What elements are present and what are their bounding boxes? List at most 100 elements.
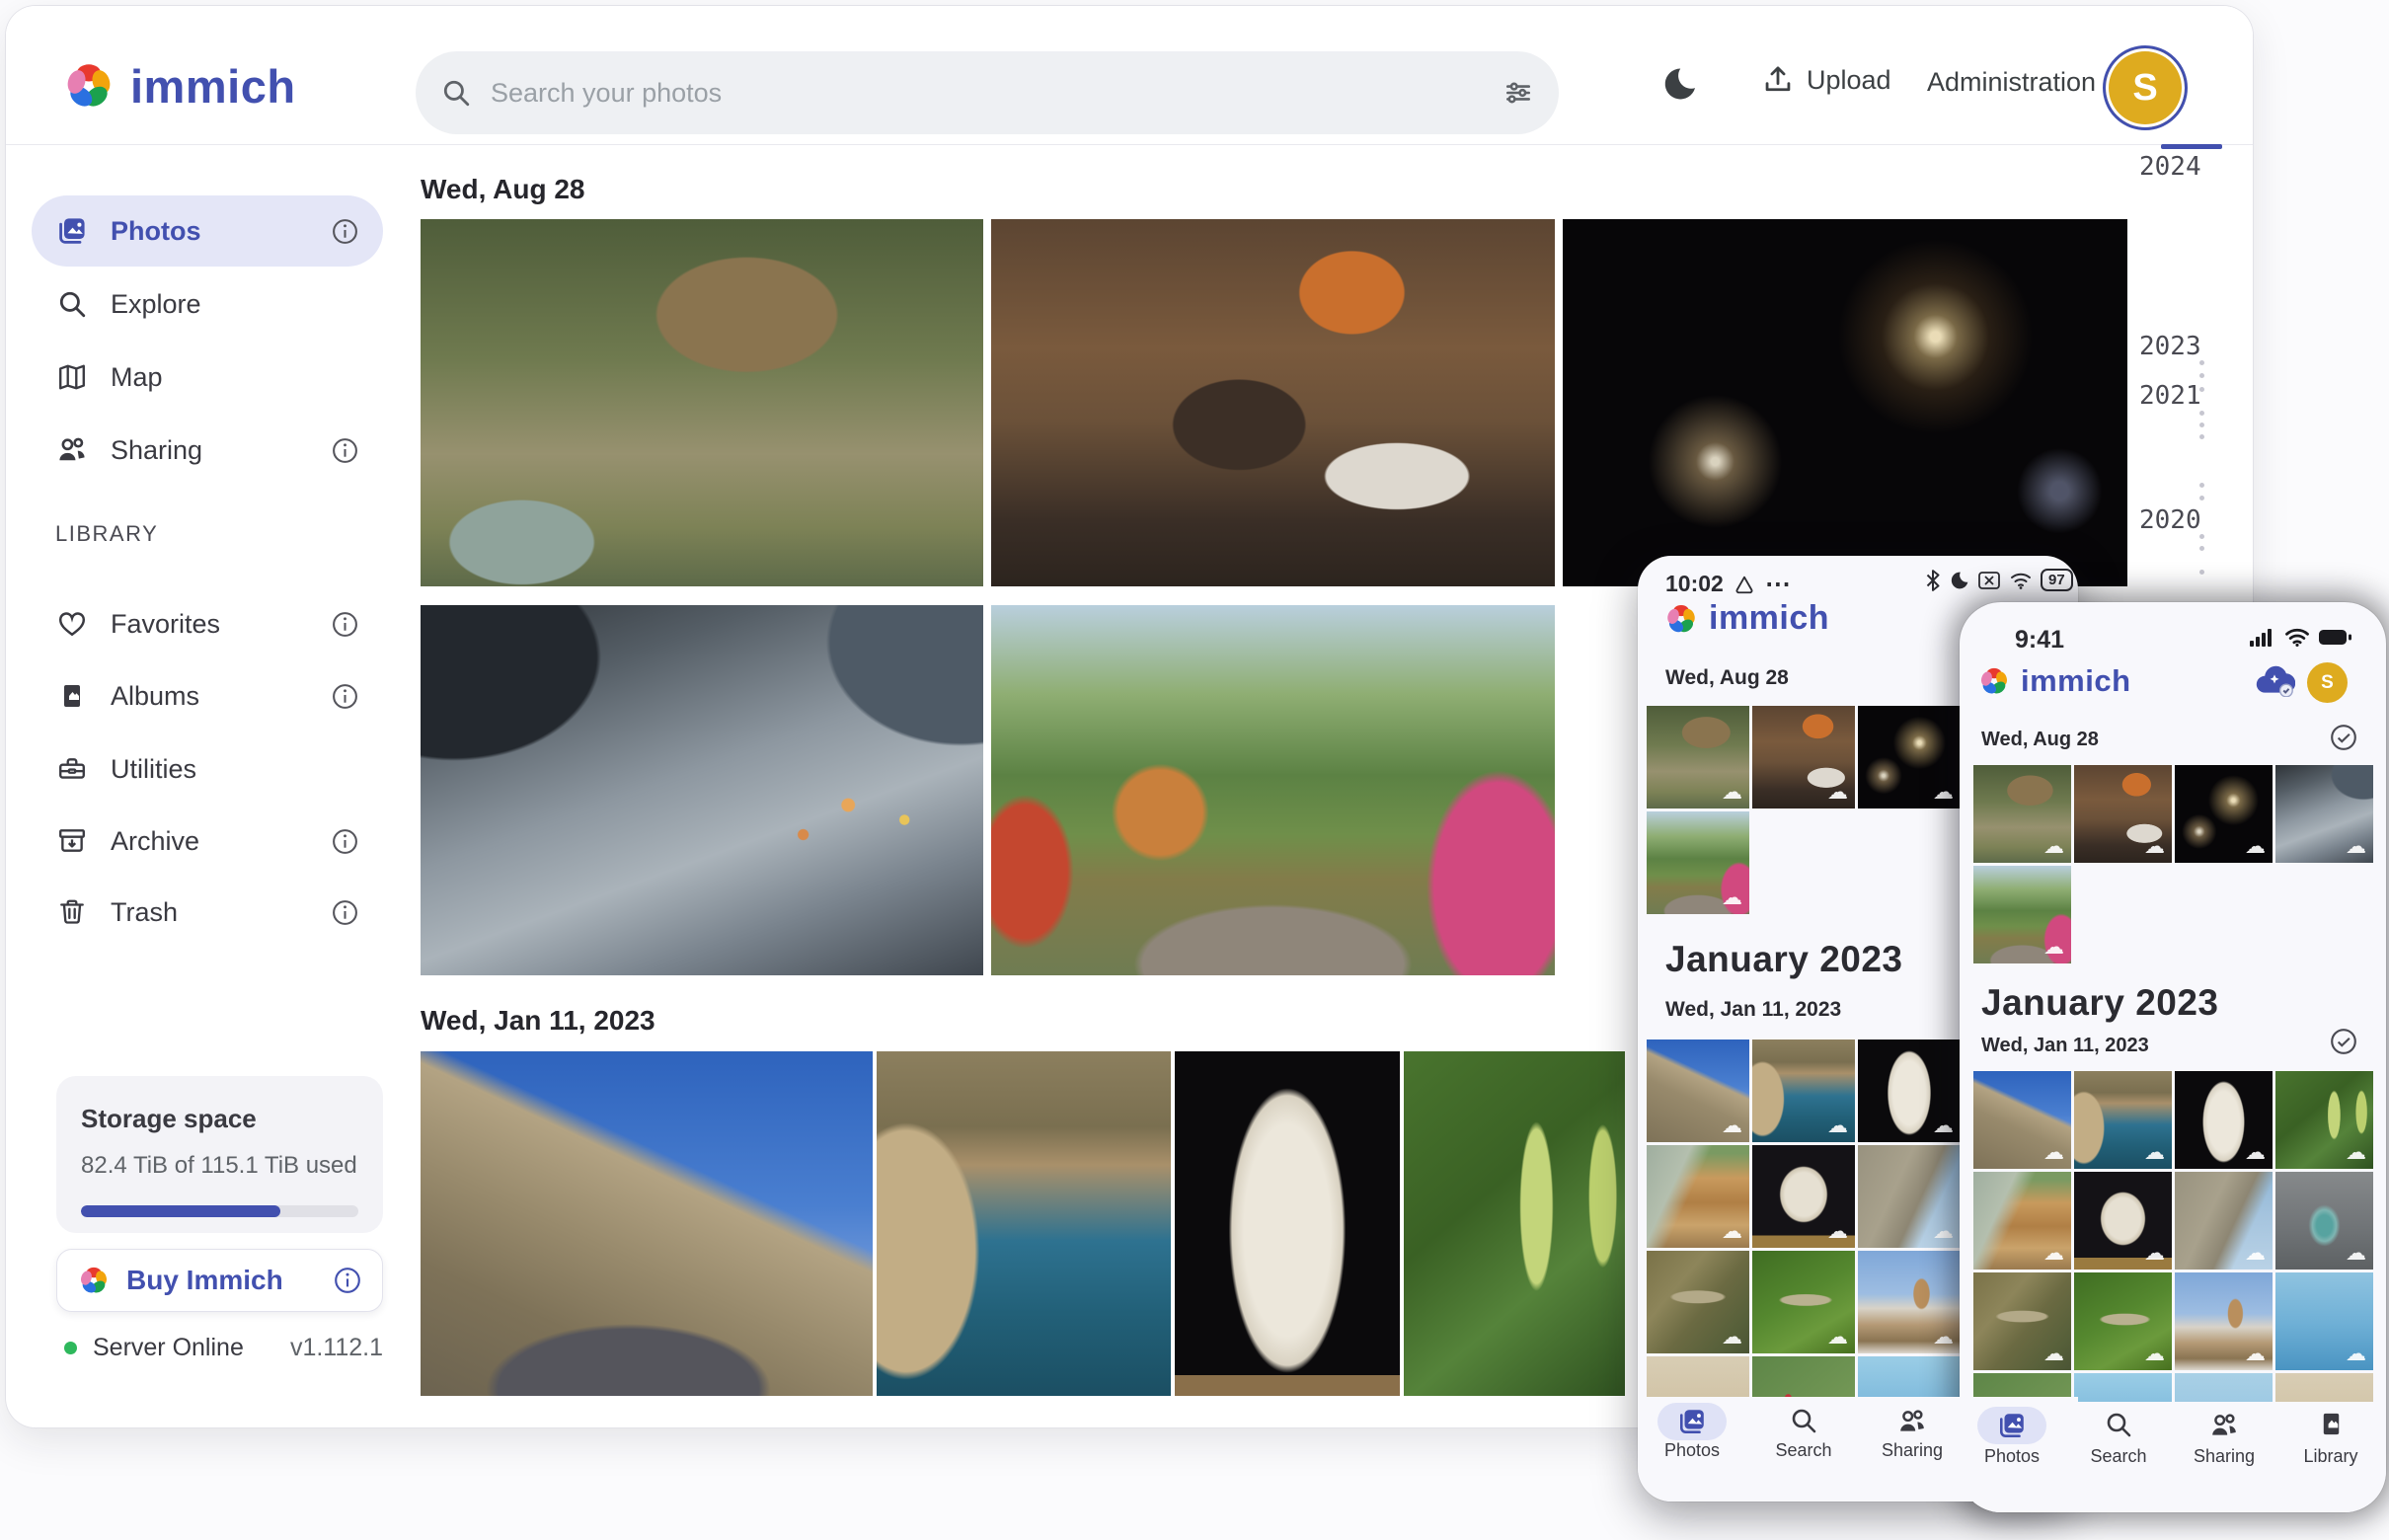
tab-photos[interactable]	[1643, 1407, 1741, 1436]
thumb-holding-hands[interactable]	[2275, 765, 2373, 863]
backup-cloud-button[interactable]	[2254, 663, 2295, 697]
thumb-fireworks[interactable]	[2175, 765, 2273, 863]
photo-fireworks[interactable]	[1563, 219, 2127, 586]
photos-icon	[1677, 1407, 1707, 1436]
photo-zoo-monkeys[interactable]	[421, 219, 983, 586]
immich-logo: immich	[1977, 663, 2131, 699]
sidebar-item-utilities[interactable]: Utilities	[32, 733, 383, 805]
moon-icon	[1660, 65, 1698, 103]
thumb-lizard-1[interactable]	[1647, 1251, 1749, 1353]
month-header: January 2023	[1665, 939, 1903, 980]
sidebar-item-explore[interactable]: Explore	[32, 269, 383, 340]
ios-status-icons	[2250, 628, 2352, 647]
upload-button[interactable]: Upload	[1761, 63, 1891, 97]
thumb-marble-bust[interactable]	[1858, 1040, 1961, 1142]
thumb-dinner-table[interactable]	[2074, 765, 2172, 863]
server-status-row: Server Online v1.112.1	[56, 1334, 383, 1362]
thumb-marble-bust[interactable]	[2175, 1071, 2273, 1169]
thumb-fortress-walls[interactable]	[1973, 1071, 2071, 1169]
info-icon[interactable]	[331, 436, 359, 465]
thumb-lizard-2[interactable]	[1752, 1251, 1855, 1353]
photo-coastal-fortress[interactable]	[877, 1051, 1171, 1396]
theme-toggle-button[interactable]	[1660, 65, 1698, 103]
heart-icon	[55, 609, 89, 639]
thumb-autumn-garden-path[interactable]	[1973, 866, 2071, 963]
info-icon[interactable]	[331, 217, 359, 246]
photo-fortress-walls[interactable]	[421, 1051, 873, 1396]
scrubber-tick	[2199, 546, 2204, 551]
tab-sharing[interactable]	[2175, 1411, 2273, 1440]
immich-logo[interactable]: immich	[61, 58, 296, 114]
date-group-header: Wed, Aug 28	[421, 174, 584, 205]
scrubber-year[interactable]: 2020	[2139, 505, 2201, 535]
thumb-beach-cliff[interactable]	[1973, 1172, 2071, 1270]
thumb-fortress-walls[interactable]	[1647, 1040, 1749, 1142]
select-all-check-icon[interactable]	[2329, 723, 2358, 752]
info-icon[interactable]	[331, 682, 359, 711]
search-bar[interactable]	[416, 51, 1559, 134]
info-icon[interactable]	[331, 898, 359, 927]
photo-marble-bust[interactable]	[1175, 1051, 1400, 1396]
thumb-sea[interactable]	[2275, 1272, 2373, 1370]
thumb-ornate-object[interactable]	[2275, 1172, 2373, 1270]
user-avatar[interactable]: S	[2307, 662, 2348, 703]
sharing-people-icon	[55, 434, 89, 466]
sidebar-item-trash[interactable]: Trash	[32, 877, 383, 948]
thumb-lizard-1[interactable]	[1973, 1272, 2071, 1370]
thumb-coastal-fortress[interactable]	[1752, 1040, 1855, 1142]
photo-sea-grape-berries[interactable]	[1404, 1051, 1625, 1396]
photo-dinner-table[interactable]	[991, 219, 1555, 586]
storage-usage-text: 82.4 TiB of 115.1 TiB used	[81, 1152, 358, 1180]
administration-link[interactable]: Administration	[1927, 67, 2096, 98]
search-input[interactable]	[491, 78, 1484, 109]
sidebar-item-map[interactable]: Map	[32, 342, 383, 413]
thumb-lizard-2[interactable]	[2074, 1272, 2172, 1370]
thumb-marble-sculpture[interactable]	[2074, 1172, 2172, 1270]
phone2-bottom-nav: Photos Search Sharing Library	[1960, 1402, 2386, 1512]
thumb-zoo-monkeys[interactable]	[1647, 706, 1749, 808]
tab-library[interactable]	[2281, 1411, 2380, 1437]
mobile-app-ios: 9:41 immich S	[1960, 602, 2386, 1512]
thumb-beach-cliff[interactable]	[1647, 1145, 1749, 1248]
thumb-ruins[interactable]	[1858, 1145, 1961, 1248]
filter-sliders-icon[interactable]	[1503, 78, 1533, 108]
info-icon[interactable]	[331, 827, 359, 856]
thumb-fireworks[interactable]	[1858, 706, 1961, 808]
thumb-autumn-garden-path[interactable]	[1647, 811, 1749, 914]
thumb-ruins[interactable]	[2175, 1172, 2273, 1270]
cloud-sync-icon	[2254, 663, 2295, 697]
thumb-winter-church[interactable]	[2175, 1272, 2273, 1370]
library-section-heading: LIBRARY	[55, 521, 158, 547]
tab-sharing[interactable]	[1863, 1407, 1962, 1436]
sidebar-item-favorites[interactable]: Favorites	[32, 588, 383, 659]
info-icon[interactable]	[331, 610, 359, 639]
thumb-marble-sculpture[interactable]	[1752, 1145, 1855, 1248]
sidebar-item-archive[interactable]: Archive	[32, 806, 383, 877]
info-icon[interactable]	[333, 1266, 362, 1295]
photo-holding-hands[interactable]	[421, 605, 983, 975]
status-time: 10:02	[1665, 571, 1724, 597]
sharing-people-icon	[1897, 1407, 1927, 1436]
sidebar-item-albums[interactable]: Albums	[32, 660, 383, 732]
scrubber-year[interactable]: 2024	[2139, 152, 2201, 182]
scrubber-year[interactable]: 2021	[2139, 381, 2201, 411]
tab-search[interactable]	[1754, 1407, 1853, 1434]
scrubber-tick	[2199, 373, 2204, 378]
sidebar-item-sharing[interactable]: Sharing	[32, 415, 383, 486]
thumb-sea-grape-berries[interactable]	[2275, 1071, 2373, 1169]
photo-autumn-garden-path[interactable]	[991, 605, 1555, 975]
thumb-dinner-table[interactable]	[1752, 706, 1855, 808]
logo-wordmark: immich	[1709, 599, 1829, 638]
thumb-zoo-monkeys[interactable]	[1973, 765, 2071, 863]
user-avatar[interactable]: S	[2103, 45, 2188, 130]
thumb-winter-church[interactable]	[1858, 1251, 1961, 1353]
select-all-check-icon[interactable]	[2329, 1027, 2358, 1056]
tab-photos[interactable]	[1963, 1411, 2061, 1440]
date-group-header: Wed, Aug 28	[1665, 666, 1789, 690]
sidebar-item-photos[interactable]: Photos	[32, 195, 383, 267]
thumb-coastal-fortress[interactable]	[2074, 1071, 2172, 1169]
scrubber-year[interactable]: 2023	[2139, 332, 2201, 361]
tab-search[interactable]	[2069, 1411, 2168, 1438]
scrubber-position-indicator[interactable]	[2161, 144, 2222, 149]
buy-immich-button[interactable]: Buy Immich	[56, 1249, 383, 1312]
